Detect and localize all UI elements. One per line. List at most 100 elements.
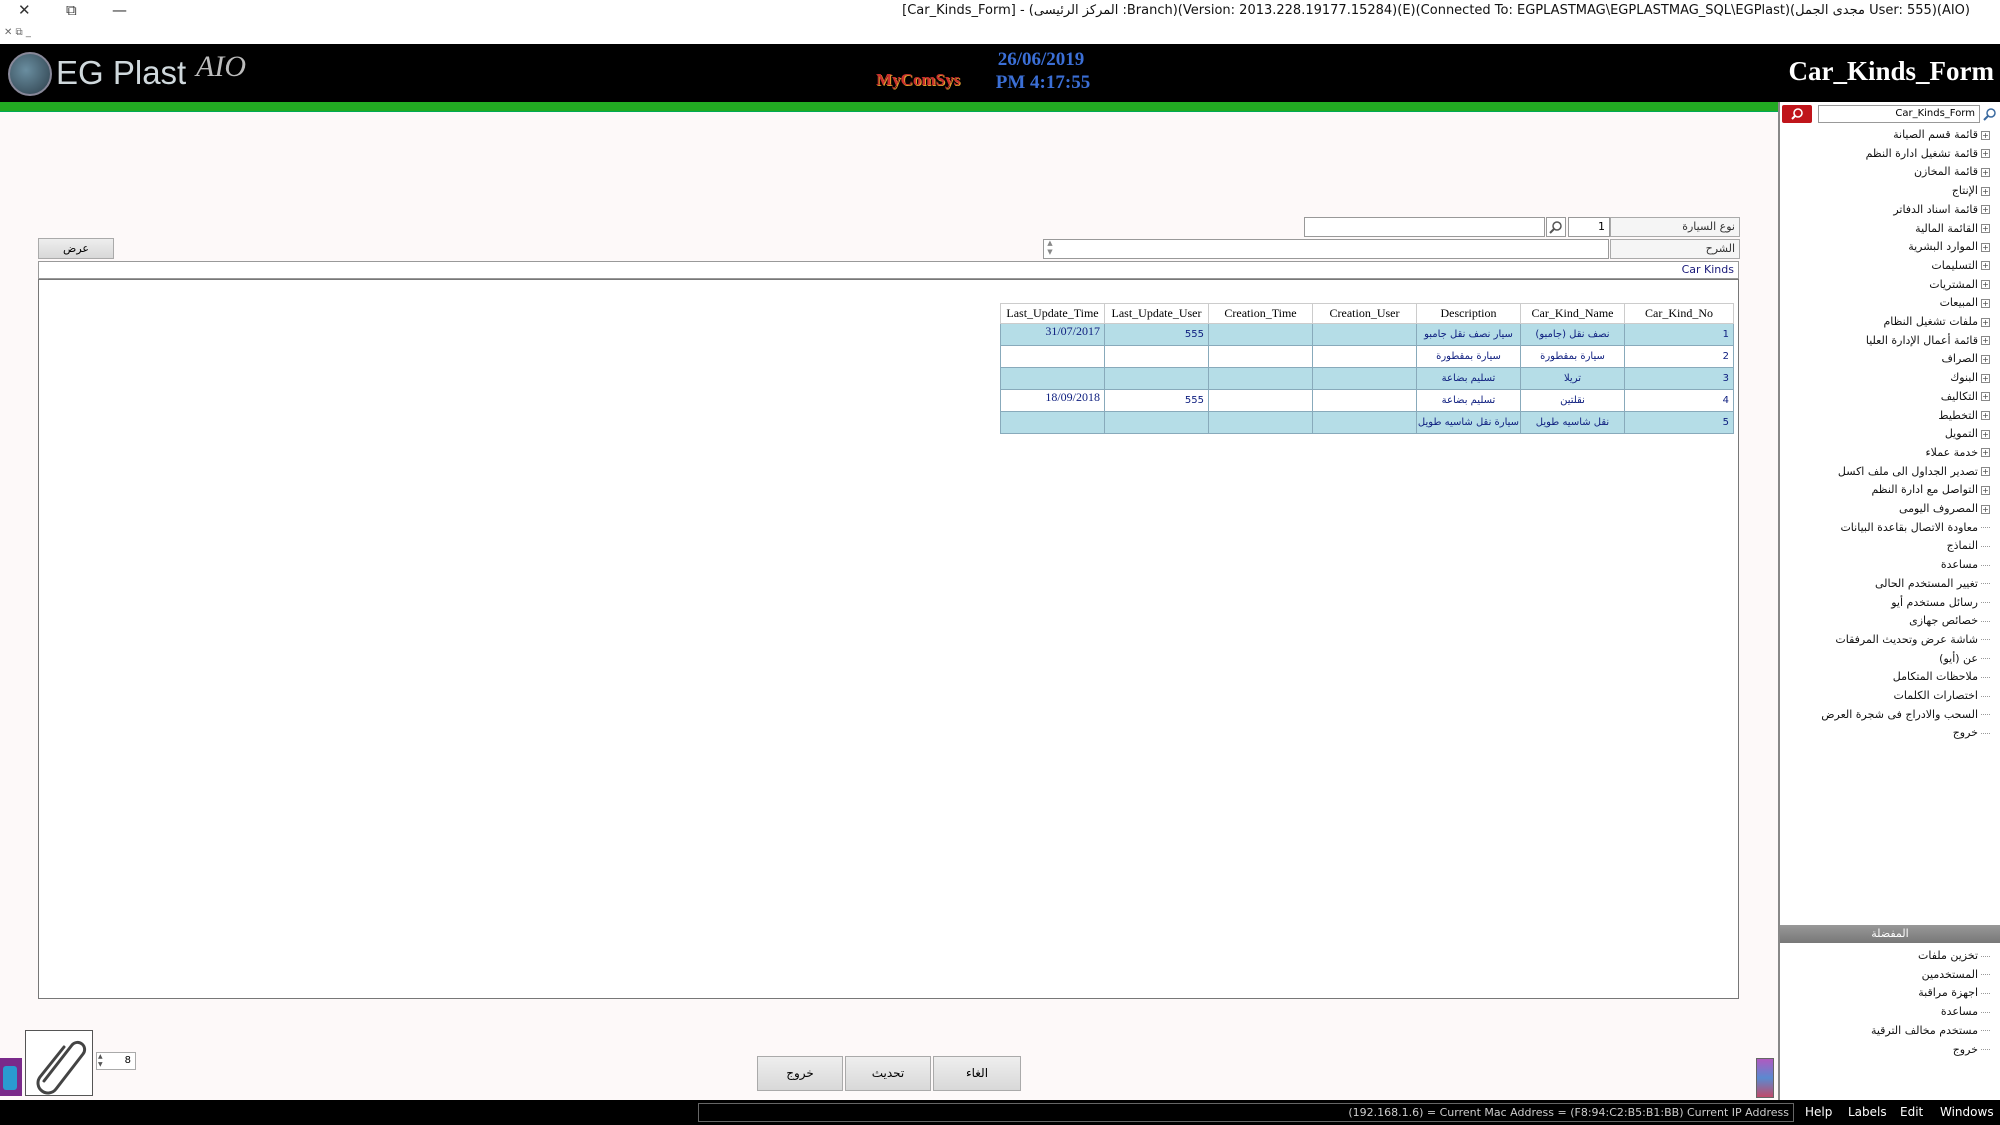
sidebar-tree-item[interactable]: تغيير المستخدم الحالى — [1875, 577, 1990, 590]
expand-plus-icon[interactable]: + — [1981, 242, 1990, 252]
column-header-last-update-user[interactable]: Last_Update_User — [1104, 303, 1209, 324]
attachment-button[interactable] — [25, 1030, 93, 1096]
expand-plus-icon[interactable]: + — [1981, 467, 1990, 477]
sidebar-tree-item[interactable]: قائمة قسم الصيانة + — [1893, 128, 1990, 141]
expand-plus-icon[interactable]: + — [1981, 504, 1990, 514]
expand-plus-icon[interactable]: + — [1981, 336, 1990, 346]
sidebar-tree-item[interactable]: قائمة اسناد الدفاتر + — [1893, 203, 1990, 216]
sidebar-tree-item[interactable]: البنوك + — [1950, 371, 1990, 384]
sidebar-tree-item[interactable]: عن (أيو) — [1939, 652, 1990, 665]
expand-plus-icon[interactable]: + — [1981, 354, 1990, 364]
cell-creation-time[interactable] — [1208, 367, 1313, 390]
cell-car-kind-no[interactable]: 3 — [1624, 367, 1734, 390]
refresh-button[interactable]: تحديث — [845, 1056, 931, 1091]
minimize-icon[interactable]: — — [112, 0, 127, 20]
sidebar-tree-item[interactable]: خصائص جهازى — [1909, 614, 1990, 627]
sidebar-tree-item[interactable]: قائمة المخازن + — [1914, 165, 1990, 178]
books-icon[interactable] — [1756, 1058, 1774, 1098]
column-header-car-kind-name[interactable]: Car_Kind_Name — [1520, 303, 1625, 324]
cell-creation-user[interactable] — [1312, 345, 1417, 368]
sidebar-tree-item[interactable]: رسائل مستخدم أيو — [1891, 596, 1990, 609]
menu-windows[interactable]: Windows — [1940, 1105, 1994, 1119]
favorite-item[interactable]: تخزين ملفات — [1918, 949, 1990, 962]
sidebar-search-input[interactable]: Car_Kinds_Form — [1818, 105, 1980, 123]
expand-plus-icon[interactable]: + — [1981, 224, 1990, 233]
cell-car-kind-no[interactable]: 1 — [1624, 323, 1734, 346]
column-header-creation-time[interactable]: Creation_Time — [1208, 303, 1313, 324]
column-header-description[interactable]: Description — [1416, 303, 1521, 324]
sidebar-tree-item[interactable]: قائمة تشغيل ادارة النظم + — [1866, 147, 1990, 160]
cell-car-kind-no[interactable]: 2 — [1624, 345, 1734, 368]
cell-car-kind-name[interactable]: نقلتين — [1520, 389, 1625, 412]
expand-plus-icon[interactable]: + — [1981, 298, 1990, 308]
cell-creation-user[interactable] — [1312, 323, 1417, 346]
menu-help[interactable]: Help — [1805, 1105, 1832, 1119]
cell-last-update-user[interactable] — [1104, 345, 1209, 368]
description-spinner[interactable]: ▲ ▼ — [1043, 239, 1057, 259]
sidebar-tree-item[interactable]: المبيعات + — [1940, 296, 1990, 309]
sidebar-tree-item[interactable]: خروج — [1953, 726, 1990, 739]
cell-car-kind-name[interactable]: تريلا — [1520, 367, 1625, 390]
sidebar-search-icon[interactable] — [1982, 106, 1998, 122]
cell-last-update-time[interactable] — [1000, 411, 1105, 434]
cell-last-update-time[interactable] — [1000, 345, 1105, 368]
expand-plus-icon[interactable]: + — [1981, 261, 1990, 271]
mdi-controls[interactable]: ✕ ⧉ _ — [4, 27, 31, 38]
column-header-creation-user[interactable]: Creation_User — [1312, 303, 1417, 324]
sidebar-tree-item[interactable]: المشتريات + — [1929, 278, 1990, 291]
sidebar-tree-item[interactable]: الموارد البشرية + — [1908, 240, 1990, 253]
expand-plus-icon[interactable]: + — [1981, 130, 1990, 140]
restore-icon[interactable]: ⧉ — [66, 0, 77, 20]
cell-last-update-user[interactable]: 555 — [1104, 389, 1209, 412]
table-row[interactable]: 18/09/2018 555 تسليم بضاعة نقلتين 4 — [1000, 389, 1734, 412]
expand-plus-icon[interactable]: + — [1981, 392, 1990, 402]
show-button[interactable]: عرض — [38, 238, 114, 259]
column-header-car-kind-no[interactable]: Car_Kind_No — [1624, 303, 1734, 324]
sidebar-tree-item[interactable]: اختصارات الكلمات — [1894, 689, 1990, 702]
cell-description[interactable]: سيار نصف نقل جامبو — [1416, 323, 1521, 346]
expand-plus-icon[interactable]: + — [1981, 280, 1990, 290]
cell-creation-user[interactable] — [1312, 411, 1417, 434]
favorite-item[interactable]: خروج — [1953, 1043, 1990, 1056]
sidebar-search-button[interactable] — [1782, 105, 1812, 123]
menu-edit[interactable]: Edit — [1900, 1105, 1923, 1119]
cell-last-update-user[interactable]: 555 — [1104, 323, 1209, 346]
sidebar-tree-item[interactable]: تصدير الجداول الى ملف اكسل + — [1838, 465, 1990, 478]
sidebar-tree-item[interactable]: ملفات تشغيل النظام + — [1883, 315, 1990, 328]
favorite-item[interactable]: المستخدمين — [1922, 968, 1990, 981]
sidebar-tree-item[interactable]: السحب والادراج فى شجرة العرض — [1821, 708, 1990, 721]
cell-last-update-time[interactable]: 31/07/2017 — [1000, 323, 1105, 346]
table-row[interactable]: سيارة نقل شاسيه طويل نقل شاسيه طويل 5 — [1000, 411, 1734, 434]
sidebar-tree-item[interactable]: المصروف اليومى + — [1899, 502, 1990, 515]
car-type-code-input[interactable]: 1 — [1568, 217, 1610, 237]
sidebar-tree-item[interactable]: التسليمات + — [1931, 259, 1990, 272]
cell-description[interactable]: سيارة نقل شاسيه طويل — [1416, 411, 1521, 434]
car-kinds-table[interactable]: Last_Update_Time Last_Update_User Creati… — [1000, 303, 1734, 434]
table-row[interactable]: 31/07/2017 555 سيار نصف نقل جامبو نصف نق… — [1000, 323, 1734, 346]
sidebar-tree-item[interactable]: شاشة عرض وتحديث المرفقات — [1835, 633, 1990, 646]
favorite-item[interactable]: مستخدم مخالف الترقية — [1871, 1024, 1990, 1037]
sidebar-tree-item[interactable]: القائمة المالية + — [1915, 222, 1990, 235]
column-header-last-update-time[interactable]: Last_Update_Time — [1000, 303, 1105, 324]
sidebar-tree-item[interactable]: التكاليف + — [1941, 390, 1990, 403]
cell-car-kind-name[interactable]: سيارة بمقطورة — [1520, 345, 1625, 368]
cell-creation-time[interactable] — [1208, 345, 1313, 368]
menu-labels[interactable]: Labels — [1848, 1105, 1887, 1119]
cell-creation-user[interactable] — [1312, 367, 1417, 390]
sidebar-tree-item[interactable]: التواصل مع ادارة النظم + — [1871, 483, 1990, 496]
cell-car-kind-name[interactable]: نقل شاسيه طويل — [1520, 411, 1625, 434]
sidebar-tree-item[interactable]: قائمة أعمال الإدارة العليا + — [1866, 334, 1990, 347]
cell-car-kind-no[interactable]: 4 — [1624, 389, 1734, 412]
cell-creation-user[interactable] — [1312, 389, 1417, 412]
sidebar-tree-item[interactable]: معاودة الاتصال بقاعدة البيانات — [1840, 521, 1990, 534]
sidebar-tree-item[interactable]: الصراف + — [1942, 352, 1990, 365]
expand-plus-icon[interactable]: + — [1981, 411, 1990, 420]
cell-creation-time[interactable] — [1208, 411, 1313, 434]
expand-plus-icon[interactable]: + — [1981, 448, 1990, 458]
table-row[interactable]: تسليم بضاعة تريلا 3 — [1000, 367, 1734, 390]
cell-last-update-time[interactable]: 18/09/2018 — [1000, 389, 1105, 412]
cell-creation-time[interactable] — [1208, 389, 1313, 412]
expand-plus-icon[interactable]: + — [1981, 317, 1990, 327]
car-type-name-input[interactable] — [1304, 217, 1545, 237]
cell-car-kind-no[interactable]: 5 — [1624, 411, 1734, 434]
